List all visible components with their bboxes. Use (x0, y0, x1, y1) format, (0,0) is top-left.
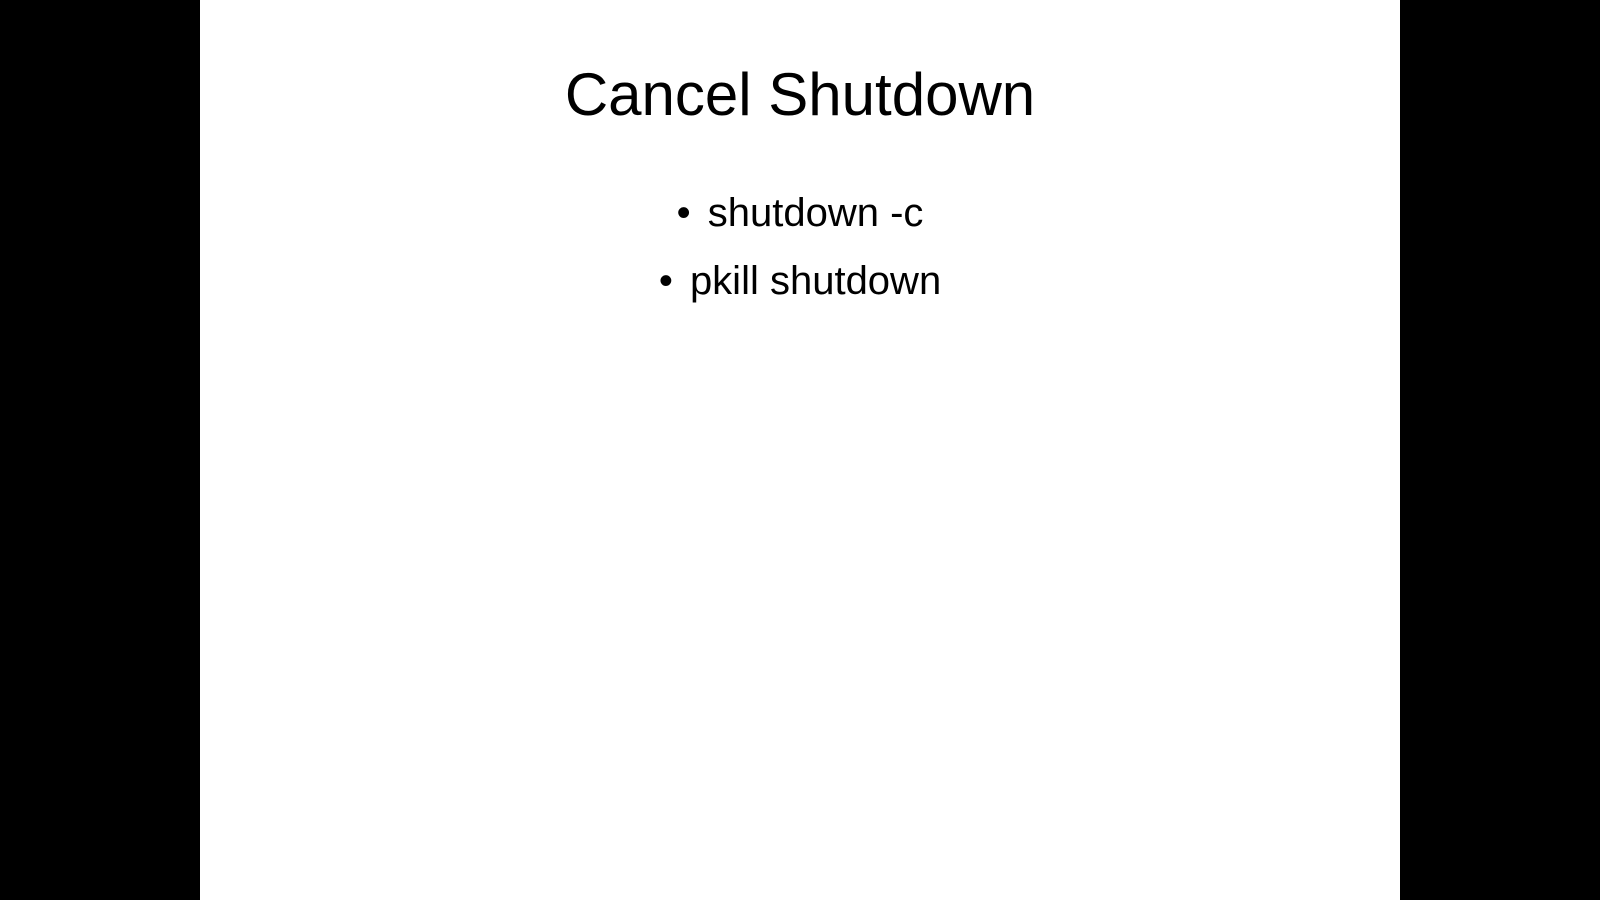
bullet-item: shutdown -c (200, 179, 1400, 247)
slide-title: Cancel Shutdown (200, 60, 1400, 129)
bullet-item: pkill shutdown (200, 247, 1400, 315)
presentation-slide: Cancel Shutdown shutdown -c pkill shutdo… (200, 0, 1400, 900)
bullet-list: shutdown -c pkill shutdown (200, 179, 1400, 315)
